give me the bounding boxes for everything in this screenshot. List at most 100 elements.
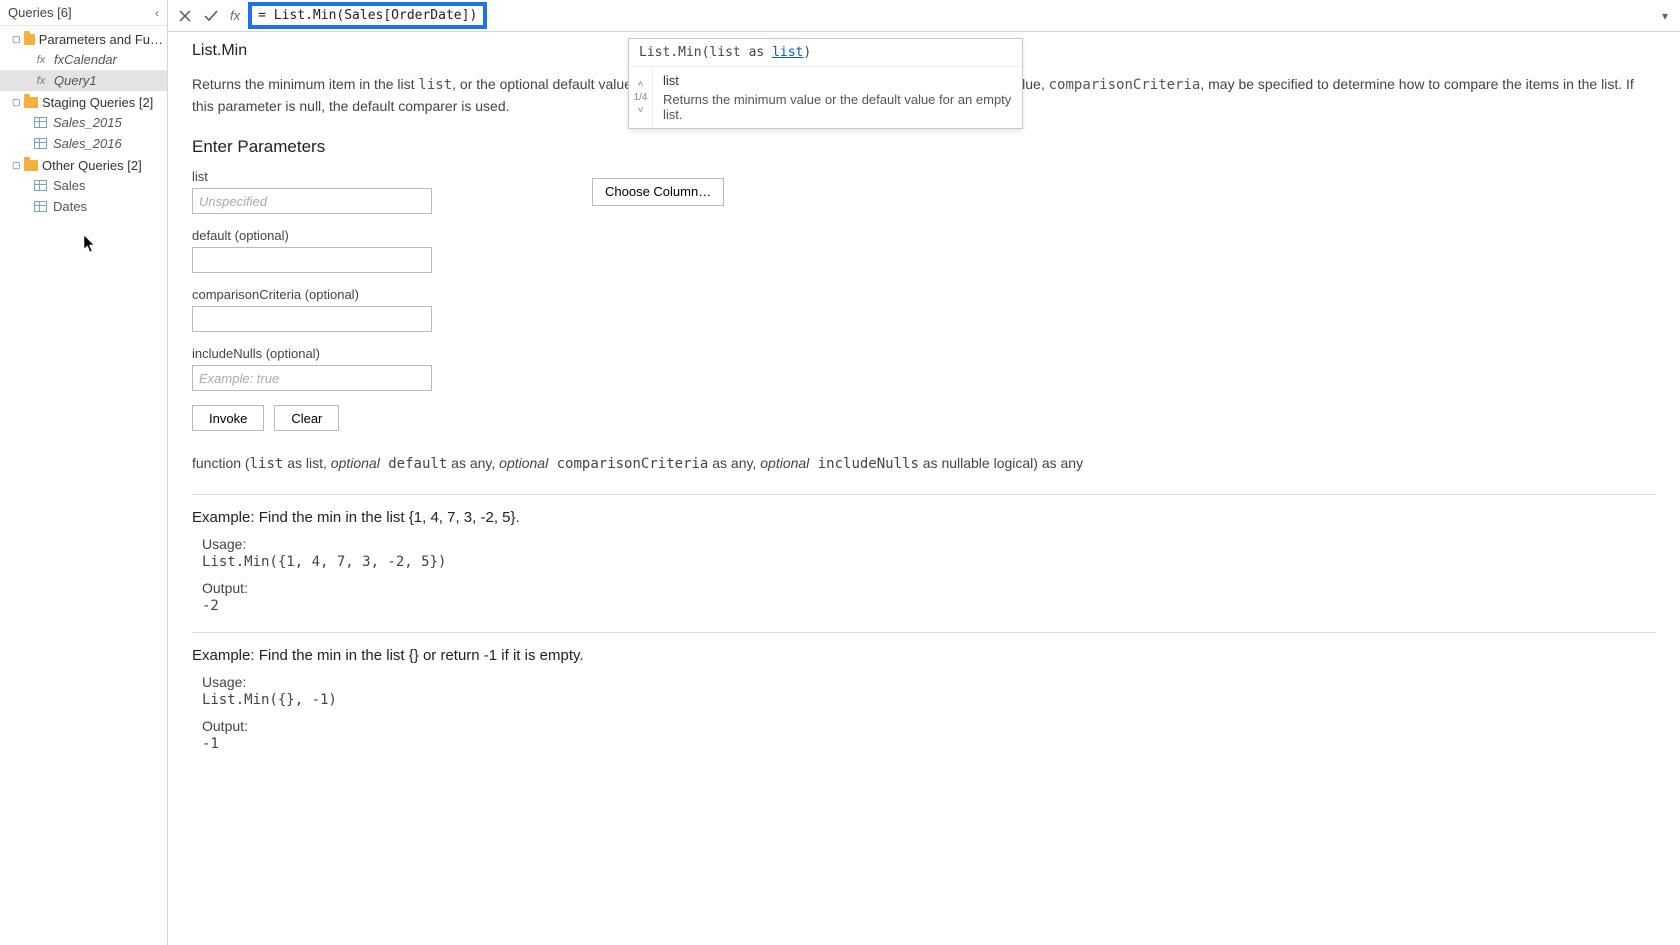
param-input-list[interactable]	[192, 188, 432, 214]
caret-icon: ▢	[12, 160, 20, 171]
commit-formula-button[interactable]	[200, 5, 222, 27]
group-label: Other Queries [2]	[42, 158, 142, 173]
sig-code: default	[380, 456, 447, 472]
folder-icon	[24, 97, 38, 108]
param-label-default: default (optional)	[192, 228, 1656, 243]
usage-label: Usage:	[202, 674, 1656, 690]
table-icon	[34, 138, 47, 149]
table-icon	[34, 201, 47, 212]
sig-optional: optional	[499, 455, 548, 471]
sig-code: comparisonCriteria	[548, 456, 708, 472]
tree-item-label: Dates	[53, 199, 87, 214]
sig-text: as list,	[283, 455, 330, 471]
sig-text: as nullable logical) as any	[919, 455, 1083, 471]
formula-input-wrap[interactable]: = List.Min(Sales[OrderDate])	[248, 2, 1652, 29]
param-label-list: list	[192, 169, 432, 184]
sig-code: includeNulls	[809, 456, 919, 472]
tree-item-fxcalendar[interactable]: fx fxCalendar	[0, 49, 167, 70]
desc-code: list	[418, 77, 452, 93]
param-input-default[interactable]	[192, 247, 432, 273]
intellisense-body: ˄ 1/4 ˅ list Returns the minimum value o…	[629, 67, 1022, 128]
tree-item-label: fxCalendar	[54, 52, 117, 67]
fx-label-icon: fx	[230, 8, 240, 23]
group-other: ▢ Other Queries [2] Sales Dates	[0, 156, 167, 217]
param-label-criteria: comparisonCriteria (optional)	[192, 287, 1656, 302]
group-header-parameters[interactable]: ▢ Parameters and Fu…	[0, 30, 167, 49]
desc-text: Returns the minimum item in the list	[192, 76, 418, 92]
param-row-criteria: comparisonCriteria (optional)	[192, 287, 1656, 332]
cancel-formula-button[interactable]	[174, 5, 196, 27]
param-row-nulls: includeNulls (optional)	[192, 346, 1656, 391]
desc-text: , or the optional default value	[452, 76, 636, 92]
main-area: fx = List.Min(Sales[OrderDate]) ▾ List.M…	[168, 0, 1680, 945]
output-label: Output:	[202, 580, 1656, 596]
output-code: -1	[202, 736, 1656, 752]
table-icon	[34, 180, 47, 191]
sig-link[interactable]: list	[772, 45, 803, 60]
sig-code: list	[250, 456, 284, 472]
tree-item-sales2016[interactable]: Sales_2016	[0, 133, 167, 154]
queries-tree: ▢ Parameters and Fu… fx fxCalendar fx Qu…	[0, 26, 167, 223]
output-code: -2	[202, 598, 1656, 614]
function-help-content: List.Min Returns the minimum item in the…	[168, 32, 1680, 945]
sig-text: function (	[192, 455, 250, 471]
sig-prefix: List.Min(list as	[639, 45, 772, 60]
separator	[192, 494, 1656, 495]
group-header-staging[interactable]: ▢ Staging Queries [2]	[0, 93, 167, 112]
example-title: Example: Find the min in the list {1, 4,…	[192, 509, 1656, 526]
tree-item-label: Sales_2016	[53, 136, 122, 151]
tree-item-label: Sales_2015	[53, 115, 122, 130]
sig-text: as any,	[708, 455, 760, 471]
intellisense-description: list Returns the minimum value or the de…	[653, 67, 1022, 128]
fx-icon: fx	[34, 75, 48, 87]
sig-optional: optional	[331, 455, 380, 471]
table-icon	[34, 117, 47, 128]
tree-item-sales[interactable]: Sales	[0, 175, 167, 196]
param-input-criteria[interactable]	[192, 306, 432, 332]
folder-icon	[24, 160, 38, 171]
formula-bar: fx = List.Min(Sales[OrderDate]) ▾	[168, 0, 1680, 32]
intellisense-nav[interactable]: ˄ 1/4 ˅	[629, 67, 653, 128]
param-input-nulls[interactable]	[192, 365, 432, 391]
param-label-nulls: includeNulls (optional)	[192, 346, 1656, 361]
choose-column-button[interactable]: Choose Column…	[592, 178, 724, 206]
chevron-up-icon[interactable]: ˄	[638, 79, 644, 90]
usage-code: List.Min({1, 4, 7, 3, -2, 5})	[202, 554, 1656, 570]
intell-param-name: list	[663, 73, 1012, 88]
expand-formula-icon[interactable]: ▾	[1656, 9, 1674, 23]
example-title: Example: Find the min in the list {} or …	[192, 647, 1656, 664]
queries-panel: Queries [6] ‹ ▢ Parameters and Fu… fx fx…	[0, 0, 168, 945]
tree-item-label: Sales	[53, 178, 86, 193]
queries-title: Queries [6]	[8, 5, 72, 20]
tree-item-dates[interactable]: Dates	[0, 196, 167, 217]
group-label: Staging Queries [2]	[42, 95, 153, 110]
example-block: Usage: List.Min({1, 4, 7, 3, -2, 5}) Out…	[202, 536, 1656, 614]
intellisense-signature: List.Min(list as list)	[629, 39, 1022, 67]
intell-param-desc: Returns the minimum value or the default…	[663, 92, 1012, 122]
caret-icon: ▢	[12, 97, 20, 108]
desc-code: comparisonCriteria	[1049, 77, 1201, 93]
group-header-other[interactable]: ▢ Other Queries [2]	[0, 156, 167, 175]
caret-icon: ▢	[12, 34, 20, 45]
sig-text: as any,	[447, 455, 499, 471]
sig-optional: optional	[760, 455, 809, 471]
group-label: Parameters and Fu…	[39, 32, 163, 47]
tree-item-query1[interactable]: fx Query1	[0, 70, 167, 91]
tree-item-label: Query1	[54, 73, 97, 88]
queries-header: Queries [6] ‹	[0, 0, 167, 26]
folder-icon	[24, 34, 35, 45]
separator	[192, 632, 1656, 633]
enter-parameters-heading: Enter Parameters	[192, 137, 1656, 157]
invoke-button[interactable]: Invoke	[192, 405, 264, 431]
formula-input[interactable]: = List.Min(Sales[OrderDate])	[248, 2, 487, 29]
intellisense-popup: List.Min(list as list) ˄ 1/4 ˅ list Retu…	[628, 38, 1023, 129]
button-row: Invoke Clear	[192, 405, 1656, 431]
function-signature: function (list as list, optional default…	[192, 455, 1656, 472]
fx-icon: fx	[34, 54, 48, 66]
tree-item-sales2015[interactable]: Sales_2015	[0, 112, 167, 133]
group-staging: ▢ Staging Queries [2] Sales_2015 Sales_2…	[0, 93, 167, 154]
chevron-down-icon[interactable]: ˅	[638, 105, 644, 116]
output-label: Output:	[202, 718, 1656, 734]
collapse-queries-icon[interactable]: ‹	[155, 6, 159, 20]
clear-button[interactable]: Clear	[274, 405, 339, 431]
